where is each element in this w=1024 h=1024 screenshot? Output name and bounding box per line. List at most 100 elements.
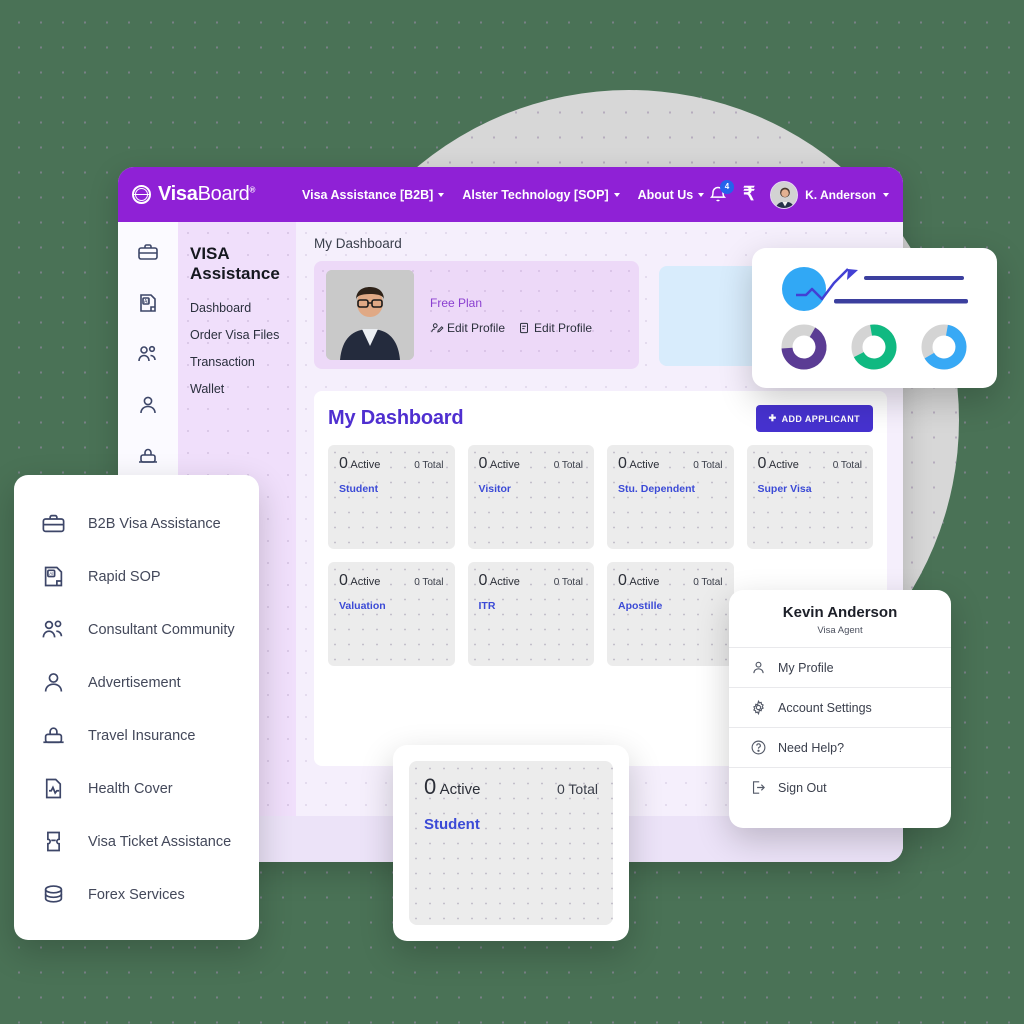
- nav-label: Alster Technology [SOP]: [462, 187, 609, 202]
- stat-total: 0 Total: [414, 460, 444, 471]
- person-icon: [750, 659, 767, 676]
- stat-count: 0: [478, 455, 488, 472]
- stat-count: 0: [618, 572, 627, 589]
- dropdown-item-need-help[interactable]: Need Help?: [729, 727, 951, 767]
- brand-name: VisaBoard®: [158, 183, 256, 205]
- person-icon[interactable]: [136, 393, 160, 417]
- edit-profile-link[interactable]: Edit Profile: [430, 321, 505, 335]
- blue-circle: [782, 267, 826, 311]
- chart-graphic: [781, 267, 968, 370]
- service-label: B2B Visa Assistance: [88, 515, 221, 532]
- question-circle-icon: [750, 739, 767, 756]
- sidebar-item-dashboard[interactable]: Dashboard: [190, 301, 296, 315]
- stat-label: Super Visa: [757, 483, 812, 495]
- service-item-travel-insurance[interactable]: Travel Insurance: [40, 709, 259, 762]
- svg-text:AI: AI: [49, 571, 53, 576]
- stat-active-label: Active: [350, 459, 381, 471]
- travel-insurance-icon: [40, 722, 67, 749]
- service-item-consultant-community[interactable]: Consultant Community: [40, 603, 259, 656]
- chevron-down-icon: [698, 192, 705, 197]
- chevron-down-icon: [613, 192, 620, 197]
- person-icon: [40, 669, 67, 696]
- stat-card-student-magnified[interactable]: 0 Active 0 Total Student: [409, 761, 613, 925]
- sidebar-item-transaction[interactable]: Transaction: [190, 355, 296, 369]
- travel-insurance-icon[interactable]: [136, 444, 160, 468]
- ai-document-icon[interactable]: AI: [136, 291, 160, 315]
- service-item-rapid-sop[interactable]: AI Rapid SOP: [40, 550, 259, 603]
- stat-label: Valuation: [339, 600, 386, 612]
- sign-out-icon: [750, 779, 767, 796]
- stat-label: Stu. Dependent: [618, 483, 696, 495]
- sidebar-title: VISA Assistance: [190, 244, 280, 284]
- stat-card-visitor[interactable]: 0 Active 0 Total Visitor: [467, 445, 594, 549]
- stat-total: 0 Total: [553, 460, 583, 471]
- stat-total: 0 Total: [832, 460, 862, 471]
- ai-document-icon: AI: [40, 563, 67, 590]
- service-item-visa-ticket-assistance[interactable]: Visa Ticket Assistance: [40, 815, 259, 868]
- coins-icon: [40, 881, 67, 908]
- stat-total: 0 Total: [414, 577, 444, 588]
- dashboard-title: My Dashboard: [328, 407, 464, 429]
- brand-logo[interactable]: VisaBoard®: [132, 183, 302, 206]
- edit-profile-doc-link[interactable]: Edit Profile: [517, 321, 592, 335]
- add-applicant-label: ADD APPLICANT: [781, 413, 860, 424]
- purple-donut: [781, 324, 827, 370]
- community-icon: [40, 616, 67, 643]
- document-icon: [520, 322, 529, 333]
- green-donut: [851, 324, 897, 370]
- stat-count: 0: [339, 455, 348, 472]
- stat-label: Student: [424, 816, 480, 833]
- user-profile-dropdown: Kevin Anderson Visa Agent My Profile Acc…: [729, 590, 951, 828]
- stat-active-label: Active: [439, 781, 481, 798]
- service-item-b2b-visa-assistance[interactable]: B2B Visa Assistance: [40, 497, 259, 550]
- stat-label: Visitor: [478, 483, 511, 495]
- nav-item-visa-assistance[interactable]: Visa Assistance [B2B]: [302, 187, 445, 202]
- stat-active-label: Active: [768, 459, 799, 471]
- dropdown-label: Need Help?: [778, 740, 845, 755]
- plan-label: Free Plan: [430, 295, 483, 310]
- stat-card-super-visa[interactable]: 0 Active 0 Total Super Visa: [746, 445, 873, 549]
- dropdown-label: Sign Out: [778, 780, 827, 795]
- service-label: Health Cover: [88, 780, 173, 797]
- user-menu-button[interactable]: K. Anderson: [770, 180, 889, 209]
- dropdown-item-my-profile[interactable]: My Profile: [729, 647, 951, 687]
- ticket-icon: [40, 828, 67, 855]
- service-label: Visa Ticket Assistance: [88, 833, 232, 850]
- service-item-advertisement[interactable]: Advertisement: [40, 656, 259, 709]
- community-icon[interactable]: [136, 342, 160, 366]
- stat-active-label: Active: [489, 459, 520, 471]
- edit-profile-doc-label: Edit Profile: [534, 320, 593, 335]
- magnified-stat-card: 0 Active 0 Total Student: [393, 745, 629, 941]
- service-label: Forex Services: [88, 886, 185, 903]
- stat-card-student[interactable]: 0 Active 0 Total Student: [328, 445, 455, 549]
- stat-card-itr[interactable]: 0 Active 0 Total ITR: [467, 562, 594, 666]
- add-applicant-button[interactable]: ✚ ADD APPLICANT: [755, 405, 873, 432]
- analytics-chart-widget: [752, 248, 997, 388]
- dropdown-user-name: Kevin Anderson: [782, 604, 898, 621]
- nav-item-about-us[interactable]: About Us: [638, 188, 705, 202]
- currency-icon[interactable]: ₹: [743, 183, 755, 206]
- service-item-forex-services[interactable]: Forex Services: [40, 868, 259, 921]
- stat-total: 0 Total: [693, 460, 723, 471]
- nav-label: Visa Assistance [B2B]: [302, 187, 434, 202]
- notification-bell-button[interactable]: 4: [708, 179, 734, 205]
- dropdown-item-sign-out[interactable]: Sign Out: [729, 767, 951, 807]
- sidebar-item-wallet[interactable]: Wallet: [190, 382, 296, 396]
- dropdown-item-account-settings[interactable]: Account Settings: [729, 687, 951, 727]
- service-label: Consultant Community: [88, 621, 235, 638]
- stat-active-label: Active: [629, 576, 660, 588]
- blue-donut: [921, 324, 967, 370]
- stat-count: 0: [618, 455, 627, 472]
- stat-card-apostille[interactable]: 0 Active 0 Total Apostille: [607, 562, 734, 666]
- nav-item-alster-technology[interactable]: Alster Technology [SOP]: [462, 187, 620, 202]
- chevron-down-icon: [883, 192, 889, 197]
- health-document-icon: [40, 775, 67, 802]
- stat-count: 0: [339, 572, 348, 589]
- briefcase-icon[interactable]: [136, 240, 160, 264]
- stat-card-valuation[interactable]: 0 Active 0 Total Valuation: [328, 562, 455, 666]
- service-item-health-cover[interactable]: Health Cover: [40, 762, 259, 815]
- stat-card-stu-dependent[interactable]: 0 Active 0 Total Stu. Dependent: [607, 445, 734, 549]
- user-name-label: K. Anderson: [805, 187, 876, 202]
- sidebar-item-order-visa-files[interactable]: Order Visa Files: [190, 328, 296, 342]
- stat-active-label: Active: [489, 576, 520, 588]
